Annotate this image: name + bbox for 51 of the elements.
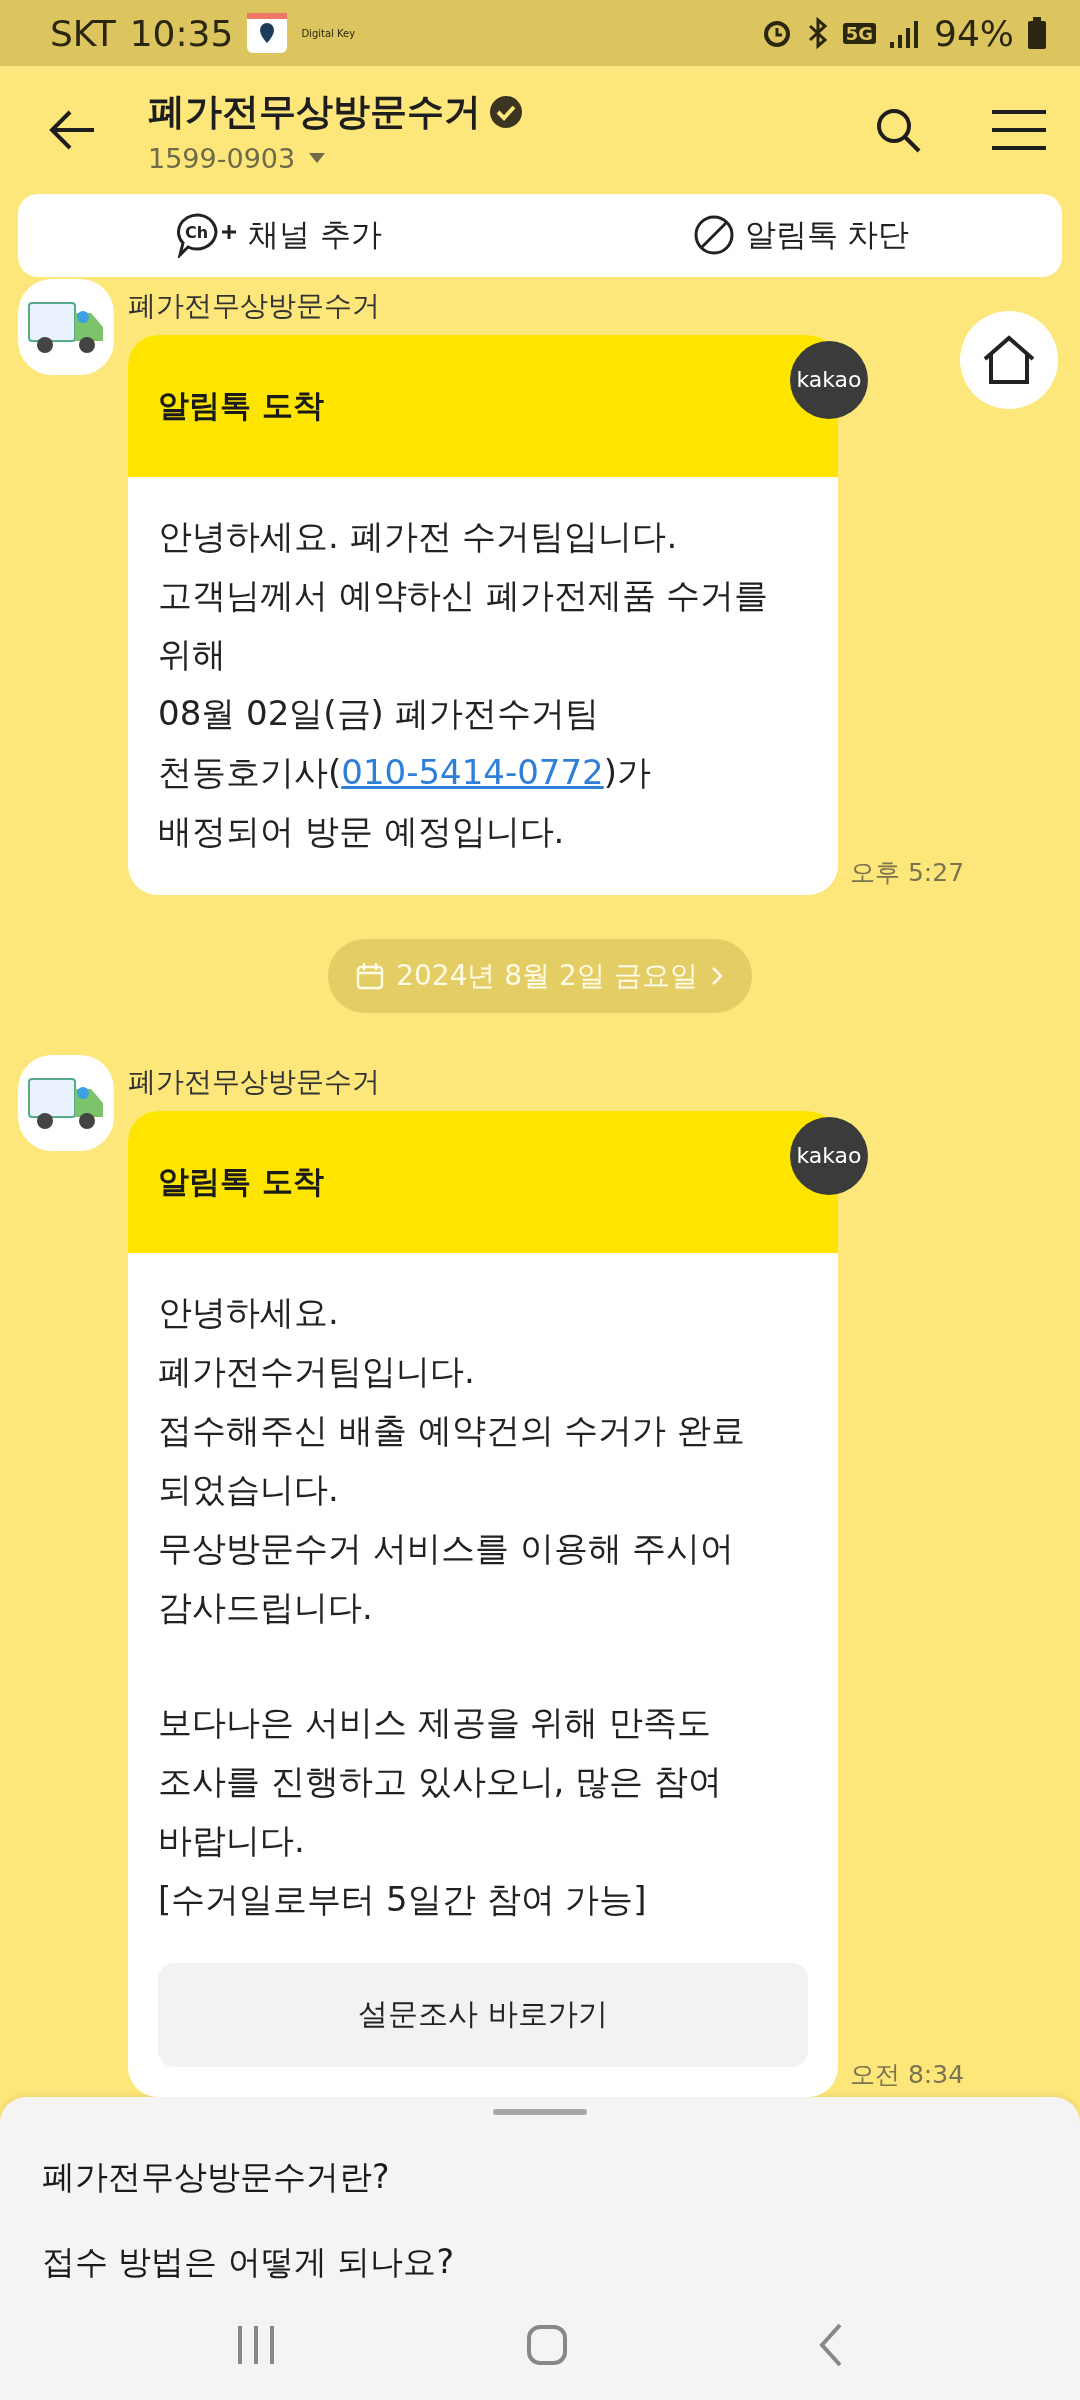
network-label: 5G	[842, 22, 876, 44]
message-line: 08월 02일(금) 폐가전수거팀	[158, 691, 600, 735]
home-nav-icon[interactable]	[527, 2324, 567, 2365]
battery-icon	[1028, 17, 1046, 50]
bluetooth-icon	[806, 17, 829, 50]
notification-label: Digital Key	[301, 27, 356, 39]
map-pin-app-icon	[247, 13, 288, 54]
message-text: )가	[603, 751, 652, 792]
chevron-icon	[709, 964, 724, 987]
message-line: 바랍니다.	[158, 1818, 306, 1862]
message-line: 안녕하세요.	[158, 1290, 340, 1334]
message-line: 배정되어 방문 예정입니다.	[158, 809, 566, 853]
back-icon[interactable]	[48, 110, 96, 151]
kakao-badge: kakao	[790, 1116, 868, 1195]
message-line: 조사를 진행하고 있사오니, 많은 참여	[158, 1759, 724, 1803]
message-line: 폐가전수거팀입니다.	[158, 1349, 476, 1393]
phone-number: 1599-0903	[148, 142, 296, 174]
message-line: 무상방문수거 서비스를 이용해 주시어	[158, 1526, 736, 1570]
faq-item[interactable]: 폐가전무상방문수거란?	[42, 2154, 1038, 2200]
home-icon	[982, 334, 1036, 385]
message-line: 보다나은 서비스 제공을 위해 만족도	[158, 1700, 713, 1744]
survey-button[interactable]: 설문조사 바로가기	[158, 1962, 808, 2067]
clock-time: 10:35	[129, 12, 234, 54]
carrier-label: SKT	[50, 12, 116, 54]
block-button[interactable]: 알림톡 차단	[540, 194, 1062, 277]
message-line: 안녕하세요. 폐가전 수거팀입니다.	[158, 514, 679, 558]
message-line: 접수해주신 배출 예약건의 수거가 완료	[158, 1408, 747, 1452]
menu-icon[interactable]	[992, 110, 1046, 151]
calendar-icon	[356, 961, 385, 990]
faq-item[interactable]: 접수 방법은 어떻게 되나요?	[42, 2239, 1038, 2285]
recent-apps-icon[interactable]	[235, 2323, 276, 2366]
sender-name: 폐가전무상방문수거	[128, 287, 381, 324]
message-line: 위해	[158, 632, 227, 676]
sender-name: 폐가전무상방문수거	[128, 1063, 381, 1100]
add-channel-button[interactable]: Ch 채널 추가	[18, 194, 540, 277]
signal-icon	[890, 18, 920, 49]
drag-handle[interactable]	[493, 2108, 587, 2115]
block-icon	[692, 214, 735, 257]
message-line: 감사드립니다.	[158, 1585, 374, 1629]
message-text: 천동호기사(	[158, 751, 342, 792]
message-line: 고객님께서 예약하신 폐가전제품 수거를	[158, 573, 770, 617]
message-time: 오전 8:34	[850, 2058, 965, 2091]
channel-title: 폐가전무상방문수거	[148, 88, 481, 135]
message-line: [수거일로부터 5일간 참여 가능]	[158, 1877, 648, 1921]
battery-level: 94%	[934, 12, 1014, 54]
verified-icon	[489, 94, 523, 129]
message-line: 되었습니다.	[158, 1467, 340, 1511]
dropdown-icon[interactable]	[309, 153, 326, 164]
search-icon[interactable]	[874, 106, 922, 155]
message-time: 오후 5:27	[850, 856, 965, 889]
phone-link[interactable]: 010-5414-0772	[341, 751, 604, 792]
